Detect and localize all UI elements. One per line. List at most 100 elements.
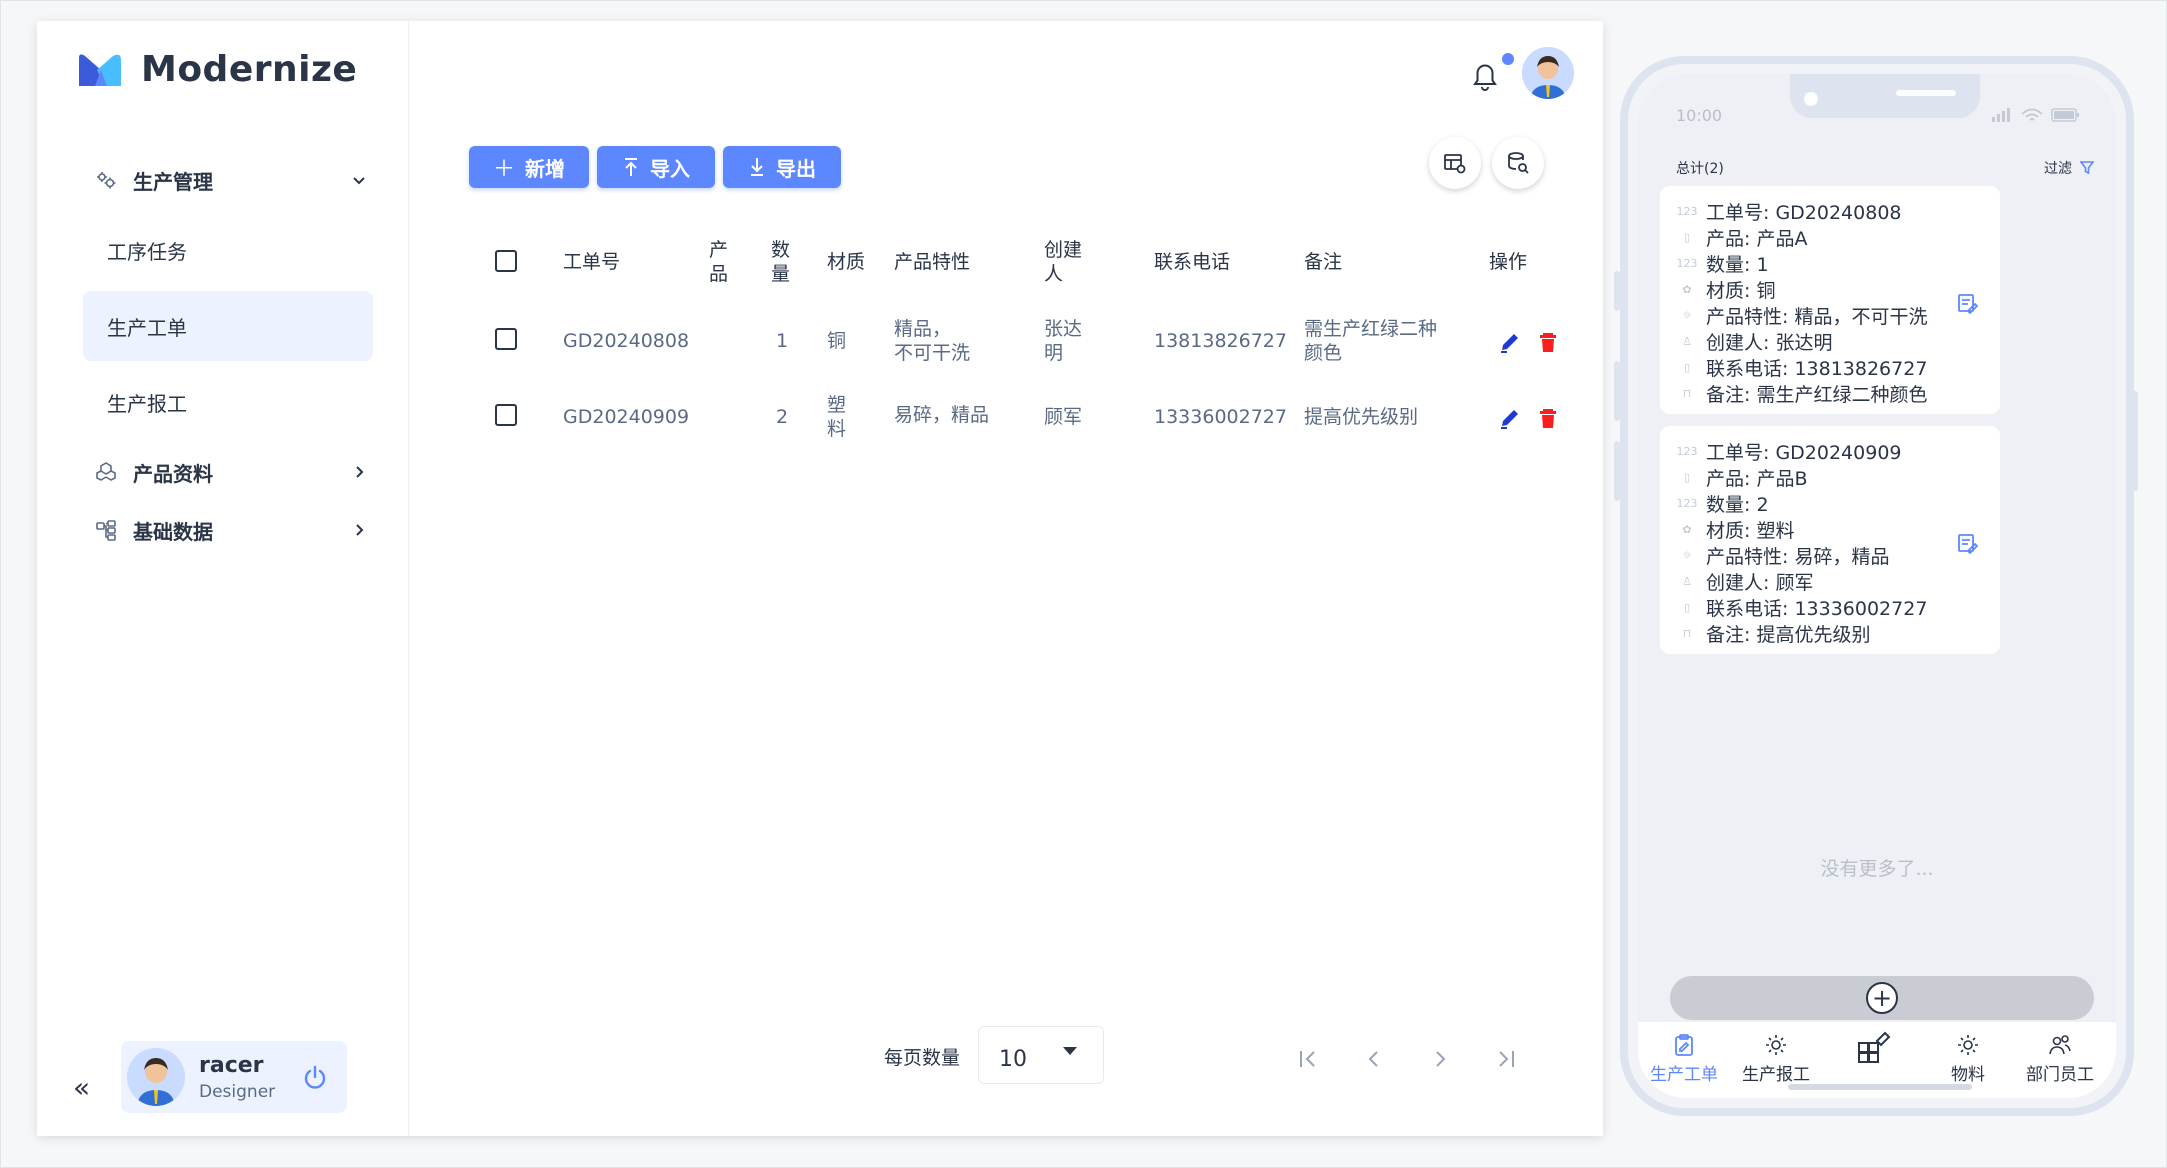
sun-icon: [1766, 1035, 1786, 1055]
export-button[interactable]: 导出: [723, 146, 841, 188]
add-fab-button[interactable]: +: [1866, 982, 1898, 1014]
collapse-sidebar-button[interactable]: «: [73, 1071, 99, 1104]
column-header[interactable]: 工单号: [563, 250, 620, 274]
sidebar-item-process-task[interactable]: 工序任务: [83, 215, 373, 285]
card-field-text: 材质: 塑料: [1706, 520, 1795, 542]
last-page-icon[interactable]: [1492, 1045, 1520, 1073]
card-field: ▯ 产品: 产品A: [1678, 224, 1807, 251]
cell-features: 易碎，精品: [894, 404, 990, 426]
download-icon: [751, 158, 763, 176]
card-field: ▯ 联系电话: 13813826727: [1678, 354, 1927, 381]
power-icon[interactable]: [301, 1063, 329, 1091]
card-field: ☼ 产品特性: 易碎，精品: [1678, 542, 1889, 569]
sidebar-group-label: 产品资料: [133, 461, 213, 486]
cell-order-no: GD20240909: [563, 406, 690, 428]
cell-phone: 13336002727: [1154, 406, 1287, 428]
next-page-icon[interactable]: [1426, 1045, 1454, 1073]
chevron-right-icon: [356, 466, 364, 478]
cell-remark: 需生产红绿二种 颜色: [1304, 318, 1438, 364]
card-field: ♙ 创建人: 张达明: [1678, 328, 1832, 355]
import-button-label: 导入: [650, 156, 690, 181]
card-field-text: 材质: 铜: [1706, 280, 1776, 302]
note-icon: ⊓: [1682, 627, 1692, 640]
phone-mockup: 10:00 总计(2) 过滤 123 工单号: GD20240808 ▯ 产品: 产…: [1620, 56, 2134, 1116]
sidebar-item-label: 生产工单: [107, 315, 187, 340]
sidebar-item-work-report[interactable]: 生产报工: [83, 367, 373, 437]
select-all-checkbox[interactable]: [495, 250, 517, 272]
brand-logo[interactable]: Modernize: [75, 49, 357, 90]
sidebar-group-production[interactable]: 生产管理: [83, 151, 373, 209]
sidebar-group-basic-data[interactable]: 基础数据: [83, 501, 373, 559]
bell-icon[interactable]: [1469, 59, 1501, 93]
row-checkbox[interactable]: [495, 328, 517, 350]
header-avatar[interactable]: [1522, 47, 1574, 99]
row-checkbox[interactable]: [495, 404, 517, 426]
tab-work-report[interactable]: 生产报工: [1730, 1030, 1822, 1085]
phone-icon: ▯: [1683, 361, 1691, 374]
mobile-filter-button[interactable]: 过滤: [2044, 158, 2094, 178]
column-header[interactable]: 联系电话: [1154, 250, 1230, 274]
mobile-order-card[interactable]: 123 工单号: GD20240808 ▯ 产品: 产品A 123 数量: 1 ✿ 材质…: [1660, 186, 2000, 414]
plus-icon: ＋: [492, 157, 515, 182]
page-size-select[interactable]: 10: [978, 1026, 1104, 1084]
profile-text: racer Designer: [199, 1053, 275, 1102]
number-icon: 123: [1676, 497, 1698, 510]
column-header[interactable]: 备注: [1304, 250, 1342, 274]
card-field: 123 数量: 1: [1677, 250, 1769, 277]
card-field-text: 数量: 2: [1706, 494, 1769, 516]
tab-staff[interactable]: 部门员工: [2014, 1030, 2106, 1085]
table-row[interactable]: GD20240909 2 塑 料 易碎，精品 顾军 13336002727 提高…: [469, 377, 1579, 453]
card-field-text: 产品: 产品A: [1706, 228, 1808, 250]
page-size-value: 10: [999, 1047, 1027, 1072]
edit-icon[interactable]: [1499, 331, 1521, 353]
data-search-button[interactable]: [1492, 137, 1544, 189]
tab-work-order[interactable]: 生产工单: [1638, 1030, 1730, 1085]
card-field-text: 工单号: GD20240909: [1706, 442, 1902, 464]
column-header: 操作: [1489, 251, 1528, 273]
page-size-label: 每页数量: [884, 1047, 961, 1069]
import-button[interactable]: 导入: [597, 146, 715, 188]
add-button[interactable]: ＋ 新增: [469, 146, 589, 188]
status-time: 10:00: [1676, 106, 1723, 125]
sidebar-group-label: 基础数据: [133, 519, 213, 544]
phone-screen: 10:00 总计(2) 过滤 123 工单号: GD20240808 ▯ 产品: 产…: [1638, 74, 2116, 1098]
tab-center[interactable]: [1828, 1026, 1920, 1066]
first-page-icon[interactable]: [1294, 1045, 1322, 1073]
database-search-icon: [1508, 152, 1529, 174]
home-indicator: [1788, 1084, 1972, 1090]
tab-material[interactable]: 物料: [1922, 1030, 2014, 1085]
camera-dot: [1804, 92, 1818, 106]
cubes-icon: [93, 459, 119, 485]
profile-name: racer: [199, 1052, 264, 1078]
mobile-order-card[interactable]: 123 工单号: GD20240909 ▯ 产品: 产品B 123 数量: 2 ✿ 材质…: [1660, 426, 2000, 654]
brand-name: Modernize: [141, 49, 358, 90]
edit-note-icon[interactable]: [1956, 532, 1978, 554]
avatar[interactable]: [127, 1048, 185, 1106]
card-field-text: 创建人: 张达明: [1706, 332, 1833, 354]
user-icon: ♙: [1682, 335, 1692, 348]
cell-order-no: GD20240808: [563, 330, 690, 352]
sidebar-group-label: 生产管理: [133, 169, 213, 194]
column-header[interactable]: 材质: [827, 250, 865, 274]
delete-icon[interactable]: [1537, 331, 1559, 353]
sidebar-group-product-data[interactable]: 产品资料: [83, 443, 373, 501]
card-field: 123 数量: 2: [1676, 490, 1769, 517]
table-row[interactable]: GD20240808 1 铜 精品， 不可干洗 张达 明 13813826727…: [469, 301, 1579, 377]
edit-note-icon[interactable]: [1956, 292, 1978, 314]
column-header[interactable]: 产品: [709, 238, 733, 286]
note-icon: ⊓: [1682, 387, 1692, 400]
card-field: ⊓ 备注: 需生产红绿二种颜色: [1678, 380, 1928, 407]
logo-icon: [79, 53, 121, 86]
edit-icon[interactable]: [1499, 407, 1521, 429]
card-field: 123 工单号: GD20240909: [1677, 438, 1902, 465]
sidebar-item-work-order[interactable]: 生产工单: [83, 291, 373, 361]
cell-material: 塑 料: [827, 394, 847, 440]
previous-page-icon[interactable]: [1360, 1045, 1388, 1073]
card-field-text: 联系电话: 13336002727: [1706, 598, 1928, 620]
column-header[interactable]: 创建人: [1044, 238, 1088, 286]
column-header[interactable]: 产品特性: [894, 250, 970, 274]
delete-icon[interactable]: [1537, 407, 1559, 429]
filter-label: 过滤: [2044, 161, 2072, 177]
table-settings-button[interactable]: [1429, 137, 1481, 189]
column-header[interactable]: 数量: [771, 238, 795, 286]
